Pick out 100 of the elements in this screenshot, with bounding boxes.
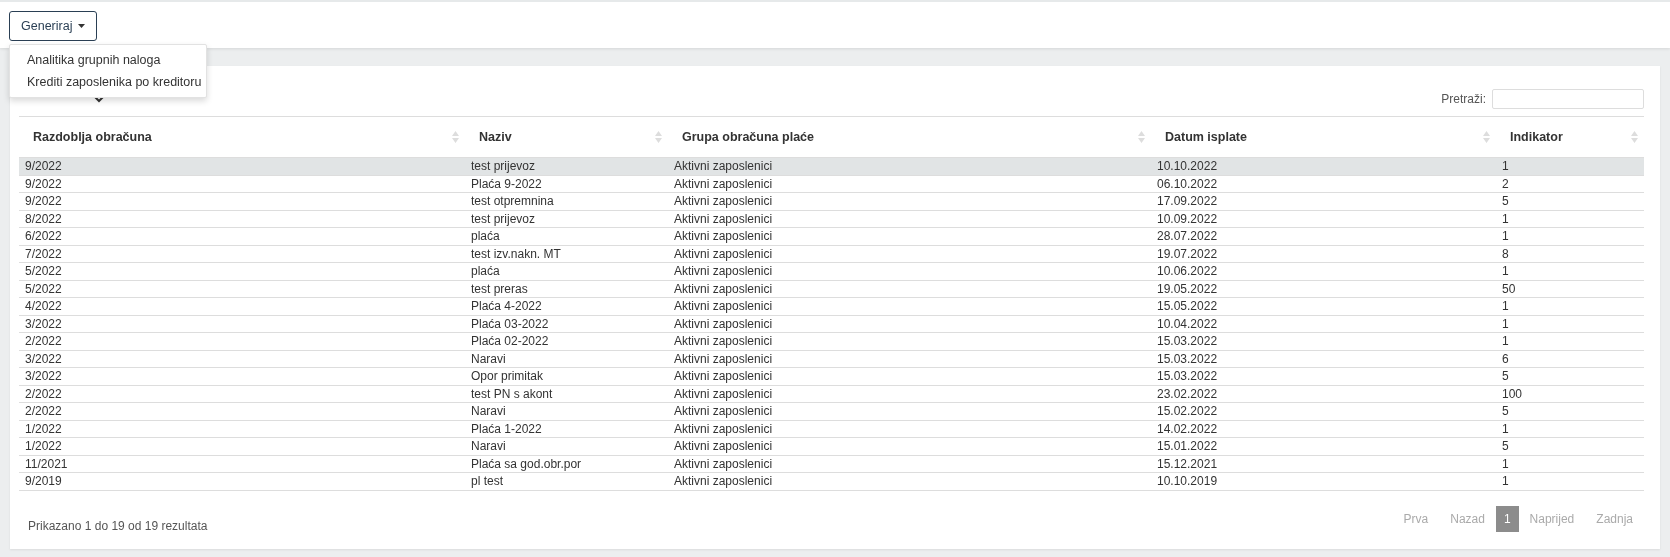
menu-item[interactable]: Krediti zaposlenika po kreditoru <box>10 71 206 93</box>
table-row[interactable]: 2/2022 test PN s akont Aktivni zaposlenici 23.02.2022 100 <box>19 385 1644 403</box>
caret-icon <box>78 24 86 28</box>
table-row[interactable]: 8/2022 test prijevoz Aktivni zaposlenici 10.09.2022 1 <box>19 210 1644 228</box>
sort-icon <box>655 131 662 143</box>
table-cell: Aktivni zaposlenici <box>668 455 1151 473</box>
table-row[interactable]: 5/2022 test preras Aktivni zaposlenici 19.05.2022 50 <box>19 280 1644 298</box>
column-header[interactable]: Indikator <box>1496 116 1644 158</box>
table-cell: 19.07.2022 <box>1151 245 1496 263</box>
table-cell: 1 <box>1496 420 1644 438</box>
table-cell: Aktivni zaposlenici <box>668 192 1151 210</box>
chevron-down-icon[interactable] <box>94 95 104 103</box>
table-cell: Plaća 4-2022 <box>465 297 668 315</box>
table-cell: 8/2022 <box>19 210 465 228</box>
table-cell: 10.10.2019 <box>1151 472 1496 490</box>
table-cell: Aktivni zaposlenici <box>668 280 1151 298</box>
table-cell: 3/2022 <box>19 367 465 385</box>
table-row[interactable]: 3/2022 Plaća 03-2022 Aktivni zaposlenici 10.04.2022 1 <box>19 315 1644 333</box>
table-cell: test prijevoz <box>465 157 668 175</box>
table-cell: Naravi <box>465 350 668 368</box>
table-cell: test preras <box>465 280 668 298</box>
menu-item[interactable]: Analitika grupnih naloga <box>10 49 206 71</box>
table-row[interactable]: 6/2022 plaća Aktivni zaposlenici 28.07.2022 1 <box>19 227 1644 245</box>
table-cell: plaća <box>465 227 668 245</box>
table-row[interactable]: 11/2021 Plaća sa god.obr.por Aktivni zaposlenici 15.12.2021 1 <box>19 455 1644 473</box>
table-row[interactable]: 1/2022 Plaća 1-2022 Aktivni zaposlenici 14.02.2022 1 <box>19 420 1644 438</box>
table-cell: 1 <box>1496 262 1644 280</box>
table-row[interactable]: 5/2022 plaća Aktivni zaposlenici 10.06.2022 1 <box>19 262 1644 280</box>
table-cell: Plaća sa god.obr.por <box>465 455 668 473</box>
table-cell: Aktivni zaposlenici <box>668 297 1151 315</box>
table-cell: 1 <box>1496 332 1644 350</box>
table-row[interactable]: 9/2019 pl test Aktivni zaposlenici 10.10.2019 1 <box>19 472 1644 490</box>
table-cell: 2/2022 <box>19 332 465 350</box>
table-cell: Plaća 1-2022 <box>465 420 668 438</box>
table-cell: Aktivni zaposlenici <box>668 332 1151 350</box>
table-cell: 7/2022 <box>19 245 465 263</box>
table-cell: 3/2022 <box>19 350 465 368</box>
table-cell: Naravi <box>465 402 668 420</box>
table-cell: 5 <box>1496 192 1644 210</box>
generate-button[interactable]: Generiraj <box>9 11 98 41</box>
table-cell: 2/2022 <box>19 402 465 420</box>
table-cell: 1 <box>1496 297 1644 315</box>
table-cell: 5/2022 <box>19 280 465 298</box>
table-row[interactable]: 1/2022 Naravi Aktivni zaposlenici 15.01.2022 5 <box>19 437 1644 455</box>
table-cell: 06.10.2022 <box>1151 175 1496 193</box>
table-cell: 15.12.2021 <box>1151 455 1496 473</box>
table-cell: plaća <box>465 262 668 280</box>
table-cell: 10.06.2022 <box>1151 262 1496 280</box>
table-cell: Plaća 9-2022 <box>465 175 668 193</box>
table-cell: test izv.nakn. MT <box>465 245 668 263</box>
table-row[interactable]: 7/2022 test izv.nakn. MT Aktivni zaposlenici 19.07.2022 8 <box>19 245 1644 263</box>
table-cell: Aktivni zaposlenici <box>668 227 1151 245</box>
table-cell: 15.01.2022 <box>1151 437 1496 455</box>
table-row[interactable]: 9/2022 Plaća 9-2022 Aktivni zaposlenici 06.10.2022 2 <box>19 175 1644 193</box>
table-cell: Aktivni zaposlenici <box>668 437 1151 455</box>
table-cell: 15.05.2022 <box>1151 297 1496 315</box>
column-header[interactable]: Razdoblja obračuna <box>19 116 465 158</box>
table-cell: 8 <box>1496 245 1644 263</box>
sort-icon <box>1483 131 1490 143</box>
table-cell: 9/2022 <box>19 192 465 210</box>
table-cell: 2 <box>1496 175 1644 193</box>
table-cell: 28.07.2022 <box>1151 227 1496 245</box>
search-field[interactable] <box>1492 89 1644 109</box>
table-cell: 14.02.2022 <box>1151 420 1496 438</box>
table-row[interactable]: 9/2022 test otpremnina Aktivni zaposlenici 17.09.2022 5 <box>19 192 1644 210</box>
table-cell: 6/2022 <box>19 227 465 245</box>
table-cell: test prijevoz <box>465 210 668 228</box>
table-cell: 10.10.2022 <box>1151 157 1496 175</box>
table-cell: Aktivni zaposlenici <box>668 350 1151 368</box>
table-cell: Aktivni zaposlenici <box>668 472 1151 490</box>
table-row[interactable]: 4/2022 Plaća 4-2022 Aktivni zaposlenici 15.05.2022 1 <box>19 297 1644 315</box>
table-cell: Naravi <box>465 437 668 455</box>
table-cell: 11/2021 <box>19 455 465 473</box>
table-cell: Aktivni zaposlenici <box>668 367 1151 385</box>
column-header[interactable]: Grupa obračuna plaće <box>668 116 1151 158</box>
table-row[interactable]: 3/2022 Naravi Aktivni zaposlenici 15.03.2022 6 <box>19 350 1644 368</box>
table-cell: 15.03.2022 <box>1151 350 1496 368</box>
table-cell: 3/2022 <box>19 315 465 333</box>
table-cell: 1/2022 <box>19 420 465 438</box>
column-header[interactable]: Datum isplate <box>1151 116 1496 158</box>
table-cell: Plaća 02-2022 <box>465 332 668 350</box>
table-cell: Aktivni zaposlenici <box>668 385 1151 403</box>
table-row[interactable]: 3/2022 Opor primitak Aktivni zaposlenici 15.03.2022 5 <box>19 367 1644 385</box>
table-row[interactable]: 2/2022 Naravi Aktivni zaposlenici 15.02.2022 5 <box>19 402 1644 420</box>
table-cell: 2/2022 <box>19 385 465 403</box>
table-cell: 9/2022 <box>19 175 465 193</box>
table-cell: 5 <box>1496 367 1644 385</box>
search-label: Pretraži: <box>1441 92 1486 106</box>
table-cell: test PN s akont <box>465 385 668 403</box>
table-cell: Aktivni zaposlenici <box>668 245 1151 263</box>
table-cell: Aktivni zaposlenici <box>668 210 1151 228</box>
table-cell: 1 <box>1496 210 1644 228</box>
table-cell: Aktivni zaposlenici <box>668 315 1151 333</box>
table-cell: Aktivni zaposlenici <box>668 157 1151 175</box>
table-cell: 9/2019 <box>19 472 465 490</box>
table-cell: 15.02.2022 <box>1151 402 1496 420</box>
table-row[interactable]: 2/2022 Plaća 02-2022 Aktivni zaposlenici 15.03.2022 1 <box>19 332 1644 350</box>
table-cell: 50 <box>1496 280 1644 298</box>
column-header[interactable]: Naziv <box>465 116 668 158</box>
table-cell: test otpremnina <box>465 192 668 210</box>
